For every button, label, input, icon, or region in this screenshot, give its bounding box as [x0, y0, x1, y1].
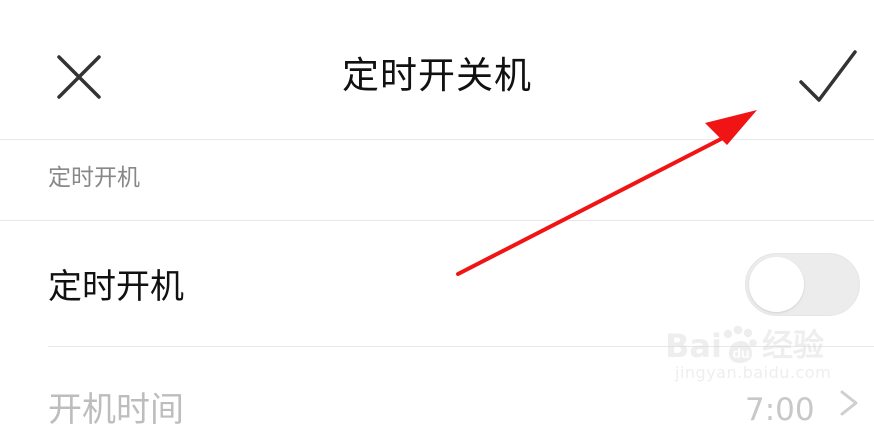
chevron-right-icon[interactable]: [838, 388, 864, 418]
toggle-knob: [749, 257, 804, 312]
section-title: 定时开机: [48, 165, 140, 191]
scheduled-power-on-toggle[interactable]: [745, 253, 860, 316]
check-icon: [799, 50, 857, 102]
row-divider: [48, 346, 874, 347]
paw-du-text: du: [733, 345, 750, 361]
watermark-url-text: jingyan.baidu.com: [675, 363, 832, 382]
page-title: 定时开关机: [342, 54, 532, 97]
confirm-button[interactable]: [786, 37, 864, 115]
scheduled-power-on-label: 定时开机: [48, 267, 184, 307]
section-header: 定时开机: [0, 141, 874, 221]
baidu-jingyan-watermark: Bai du 经验 jingyan.baidu.com: [665, 323, 835, 383]
top-bar: 定时开关机: [0, 0, 874, 140]
power-on-time-value[interactable]: 7:00: [745, 390, 815, 430]
power-on-time-label: 开机时间: [48, 390, 184, 430]
paw-icon: du: [723, 325, 757, 363]
